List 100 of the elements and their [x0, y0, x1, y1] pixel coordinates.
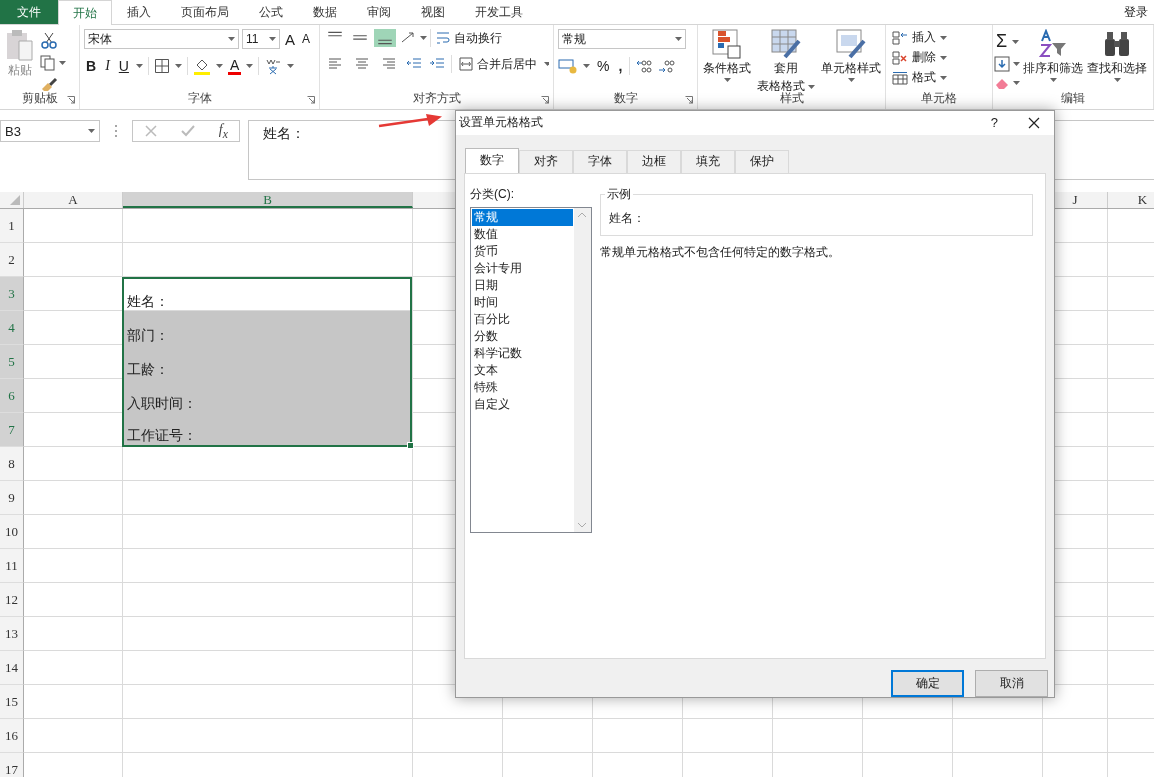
- caret-icon[interactable]: [287, 64, 295, 68]
- paste-button[interactable]: 粘贴: [4, 29, 36, 79]
- wrap-text-button[interactable]: 自动换行: [434, 29, 504, 47]
- column-header[interactable]: A: [68, 192, 78, 207]
- fill-handle[interactable]: [407, 442, 414, 449]
- dialog-tab[interactable]: 数字: [465, 147, 519, 173]
- caret-icon[interactable]: [940, 55, 947, 60]
- caret-icon[interactable]: [723, 78, 731, 82]
- list-item[interactable]: 时间: [472, 293, 573, 311]
- column-header[interactable]: J: [1072, 192, 1078, 207]
- list-item[interactable]: 货币: [472, 242, 573, 260]
- list-item[interactable]: 数值: [472, 225, 573, 243]
- dialog-launcher-icon[interactable]: [307, 96, 315, 104]
- list-item[interactable]: 日期: [472, 276, 573, 294]
- row-header[interactable]: 5: [0, 345, 24, 379]
- row-header[interactable]: 12: [0, 583, 24, 617]
- grow-font-button[interactable]: A: [283, 30, 297, 48]
- conditional-format-button[interactable]: 条件格式: [702, 29, 752, 82]
- caret-icon[interactable]: [228, 37, 235, 41]
- caret-icon[interactable]: [1049, 78, 1057, 82]
- row-header[interactable]: 10: [0, 515, 24, 549]
- caret-icon[interactable]: [808, 84, 815, 89]
- row-header[interactable]: 4: [0, 311, 24, 345]
- row-header[interactable]: 16: [0, 719, 24, 753]
- sign-in-link[interactable]: 登录: [1118, 0, 1154, 24]
- caret-icon[interactable]: [1013, 62, 1020, 66]
- row-header[interactable]: 17: [0, 753, 24, 777]
- dialog-launcher-icon[interactable]: [67, 96, 75, 104]
- row-header[interactable]: 1: [0, 209, 24, 243]
- format-as-table-button[interactable]: 套用 表格格式: [756, 29, 816, 91]
- caret-icon[interactable]: [59, 61, 66, 65]
- caret-icon[interactable]: [269, 37, 276, 41]
- decrease-decimal-icon[interactable]: [658, 58, 677, 74]
- caret-icon[interactable]: [1013, 81, 1020, 85]
- row-header[interactable]: 9: [0, 481, 24, 515]
- caret-icon[interactable]: [420, 36, 427, 40]
- caret-icon[interactable]: [174, 64, 182, 68]
- close-icon[interactable]: [1028, 116, 1040, 129]
- percent-button[interactable]: %: [595, 58, 612, 74]
- caret-icon[interactable]: [1012, 39, 1020, 44]
- caret-icon[interactable]: [215, 64, 223, 68]
- ribbon-tab[interactable]: 页面布局: [166, 0, 244, 24]
- row-header[interactable]: 15: [0, 685, 24, 719]
- row-header[interactable]: 7: [0, 413, 24, 447]
- dialog-tab[interactable]: 保护: [735, 149, 789, 173]
- ribbon-tab[interactable]: 数据: [298, 0, 352, 24]
- caret-icon[interactable]: [583, 64, 590, 68]
- dialog-tab[interactable]: 边框: [627, 149, 681, 173]
- row-header[interactable]: 2: [0, 243, 24, 277]
- row-header[interactable]: 3: [0, 277, 24, 311]
- list-item[interactable]: 会计专用: [472, 259, 573, 277]
- ribbon-tab[interactable]: 公式: [244, 0, 298, 24]
- borders-icon[interactable]: [153, 58, 170, 74]
- dialog-launcher-icon[interactable]: [541, 96, 549, 104]
- ribbon-tab[interactable]: 审阅: [352, 0, 406, 24]
- drag-handle-icon[interactable]: [114, 124, 118, 138]
- list-item[interactable]: 特殊: [472, 378, 573, 396]
- paintbrush-icon[interactable]: [40, 77, 58, 91]
- help-button[interactable]: ?: [990, 115, 998, 131]
- eraser-icon[interactable]: [994, 76, 1010, 90]
- font-size-field[interactable]: 11: [242, 29, 280, 49]
- ribbon-tab[interactable]: 文件: [0, 0, 58, 24]
- number-format-field[interactable]: 常规: [558, 29, 686, 49]
- autosum-button[interactable]: Σ: [994, 31, 1010, 52]
- caret-icon[interactable]: [940, 75, 947, 80]
- bold-button[interactable]: B: [84, 58, 99, 74]
- ribbon-tab[interactable]: 开始: [58, 0, 112, 25]
- caret-icon[interactable]: [246, 64, 254, 68]
- format-cells-button[interactable]: 格式: [890, 69, 949, 86]
- caret-icon[interactable]: [675, 37, 682, 41]
- ribbon-tab[interactable]: 视图: [406, 0, 460, 24]
- increase-decimal-icon[interactable]: [635, 58, 654, 74]
- phonetic-icon[interactable]: [264, 57, 283, 75]
- check-icon[interactable]: [180, 124, 197, 138]
- list-item[interactable]: 常规: [472, 208, 573, 226]
- sort-filter-button[interactable]: 排序和筛选: [1022, 29, 1084, 82]
- caret-icon[interactable]: [544, 62, 549, 66]
- dialog-tab[interactable]: 对齐: [519, 149, 573, 173]
- list-item[interactable]: 科学记数: [472, 344, 573, 362]
- ribbon-tab[interactable]: 插入: [112, 0, 166, 24]
- shrink-font-button[interactable]: A: [300, 32, 313, 46]
- dialog-tab[interactable]: 填充: [681, 149, 735, 173]
- font-name-field[interactable]: 宋体: [84, 29, 239, 49]
- scissors-icon[interactable]: [40, 31, 58, 49]
- column-header[interactable]: B: [263, 192, 272, 207]
- name-box[interactable]: B3: [0, 120, 100, 142]
- dialog-tab[interactable]: 字体: [573, 149, 627, 173]
- caret-icon[interactable]: [135, 64, 143, 68]
- delete-cells-button[interactable]: 删除: [890, 49, 949, 66]
- list-item[interactable]: 百分比: [472, 310, 573, 328]
- row-header[interactable]: 8: [0, 447, 24, 481]
- column-header[interactable]: K: [1137, 192, 1148, 207]
- row-header[interactable]: 6: [0, 379, 24, 413]
- underline-button[interactable]: U: [116, 58, 131, 74]
- vertical-align-icon[interactable]: [374, 29, 396, 47]
- dialog-button[interactable]: 确定: [891, 670, 964, 697]
- row-header[interactable]: 14: [0, 651, 24, 685]
- row-header[interactable]: 13: [0, 617, 24, 651]
- comma-style-button[interactable]: ,: [616, 58, 625, 74]
- fill-down-icon[interactable]: [994, 56, 1010, 72]
